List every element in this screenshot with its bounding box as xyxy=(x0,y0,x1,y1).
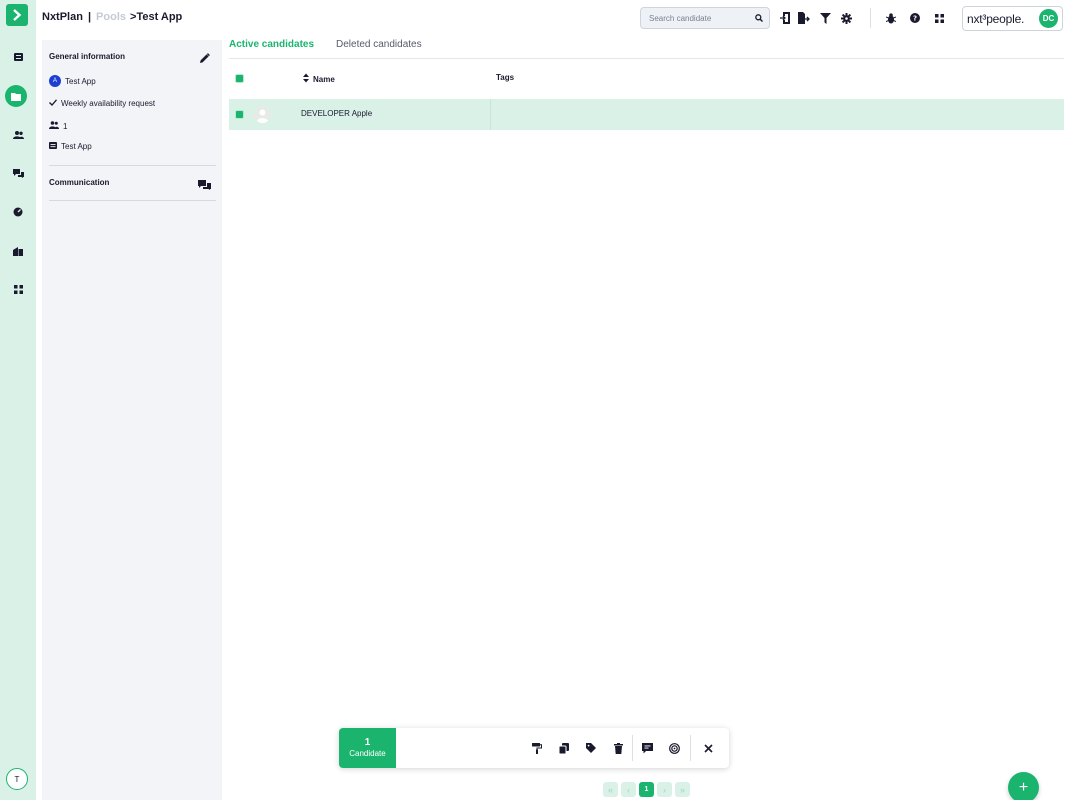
candidate-name[interactable]: DEVELOPER Apple xyxy=(301,109,372,118)
column-divider xyxy=(490,99,491,130)
breadcrumb: NxtPlan | Pools >Test App xyxy=(42,11,182,23)
sort-icon[interactable] xyxy=(303,73,309,85)
list-icon[interactable] xyxy=(8,47,28,67)
pool-name-row: A Test App xyxy=(49,75,96,87)
gear-icon[interactable] xyxy=(839,11,853,25)
breadcrumb-current: >Test App xyxy=(130,11,182,23)
communication-title: Communication xyxy=(49,178,110,187)
apps-grid-icon[interactable] xyxy=(932,11,946,25)
breadcrumb-current-label: Test App xyxy=(136,11,183,23)
trash-icon[interactable] xyxy=(611,741,625,755)
table-row[interactable]: DEVELOPER Apple xyxy=(229,99,1064,130)
pool-name: Test App xyxy=(65,76,96,86)
check-icon xyxy=(49,99,57,108)
tab-active-candidates[interactable]: Active candidates xyxy=(229,39,314,50)
panel-divider xyxy=(49,165,216,166)
chat-icon[interactable] xyxy=(198,177,211,195)
building-icon[interactable] xyxy=(8,241,28,261)
app-name[interactable]: NxtPlan xyxy=(42,11,83,23)
header-divider xyxy=(870,8,871,28)
filter-icon[interactable] xyxy=(818,11,832,25)
target-icon[interactable] xyxy=(667,741,681,755)
selection-count: 1 Candidate xyxy=(339,728,396,768)
chevron-right-icon[interactable] xyxy=(6,4,28,26)
pool-avatar: A xyxy=(49,75,61,87)
user-avatar-dc[interactable]: DC xyxy=(1039,9,1058,28)
tabs-underline xyxy=(229,58,1064,59)
list-icon xyxy=(49,142,57,151)
user-avatar[interactable]: T xyxy=(6,768,28,790)
grid-icon[interactable] xyxy=(8,279,28,299)
client-name: Test App xyxy=(61,142,92,151)
search-input[interactable] xyxy=(649,13,755,23)
bulk-action-bar: 1 Candidate xyxy=(339,728,729,768)
pagination-prev[interactable]: ‹ xyxy=(621,782,636,797)
breadcrumb-pools[interactable]: Pools xyxy=(96,11,126,23)
bug-icon[interactable] xyxy=(884,11,898,25)
chat-icon[interactable] xyxy=(8,163,28,183)
speedometer-icon[interactable] xyxy=(8,202,28,222)
users-icon xyxy=(49,121,59,131)
export-icon[interactable] xyxy=(797,11,811,25)
pagination-page-1[interactable]: 1 xyxy=(639,782,654,797)
availability-label: Weekly availability request xyxy=(61,99,156,108)
action-divider xyxy=(632,735,633,761)
tag-icon[interactable] xyxy=(584,741,598,755)
edit-icon[interactable] xyxy=(199,51,210,69)
selection-count-number: 1 xyxy=(364,737,371,748)
side-panel: General information A Test App Weekly av… xyxy=(42,40,222,800)
close-icon[interactable] xyxy=(701,741,715,755)
paint-roller-icon[interactable] xyxy=(530,741,544,755)
users-icon[interactable] xyxy=(8,125,28,145)
select-all-checkbox[interactable] xyxy=(235,74,244,83)
column-header-name[interactable]: Name xyxy=(303,73,335,85)
action-divider xyxy=(690,735,691,761)
general-information-title: General information xyxy=(49,52,126,61)
brand-badge[interactable]: nxt³people. DC xyxy=(962,6,1063,31)
message-icon[interactable] xyxy=(640,741,654,755)
help-icon[interactable]: ? xyxy=(908,11,922,25)
add-candidate-button[interactable]: + xyxy=(1008,772,1039,800)
breadcrumb-separator: | xyxy=(87,11,92,23)
left-rail: T xyxy=(0,0,36,800)
pagination-first[interactable]: « xyxy=(603,782,618,797)
selection-count-label: Candidate xyxy=(349,749,386,758)
tab-deleted-candidates[interactable]: Deleted candidates xyxy=(336,39,422,50)
svg-text:?: ? xyxy=(913,15,917,23)
client-row: Test App xyxy=(49,142,92,151)
import-icon[interactable] xyxy=(778,11,792,25)
column-header-tags: Tags xyxy=(496,73,515,82)
pagination-last[interactable]: » xyxy=(675,782,690,797)
member-count-row: 1 xyxy=(49,121,67,131)
row-checkbox[interactable] xyxy=(235,110,244,119)
brand-logo: nxt³people. xyxy=(967,11,1025,26)
panel-divider xyxy=(49,200,216,201)
copy-icon[interactable] xyxy=(557,741,571,755)
candidate-avatar xyxy=(254,106,271,123)
availability-row: Weekly availability request xyxy=(49,99,155,108)
member-count: 1 xyxy=(63,121,68,131)
pagination-next[interactable]: › xyxy=(657,782,672,797)
search-box xyxy=(640,7,770,29)
folder-icon[interactable] xyxy=(5,85,27,107)
search-icon[interactable] xyxy=(755,9,763,27)
column-header-name-label: Name xyxy=(313,74,335,84)
